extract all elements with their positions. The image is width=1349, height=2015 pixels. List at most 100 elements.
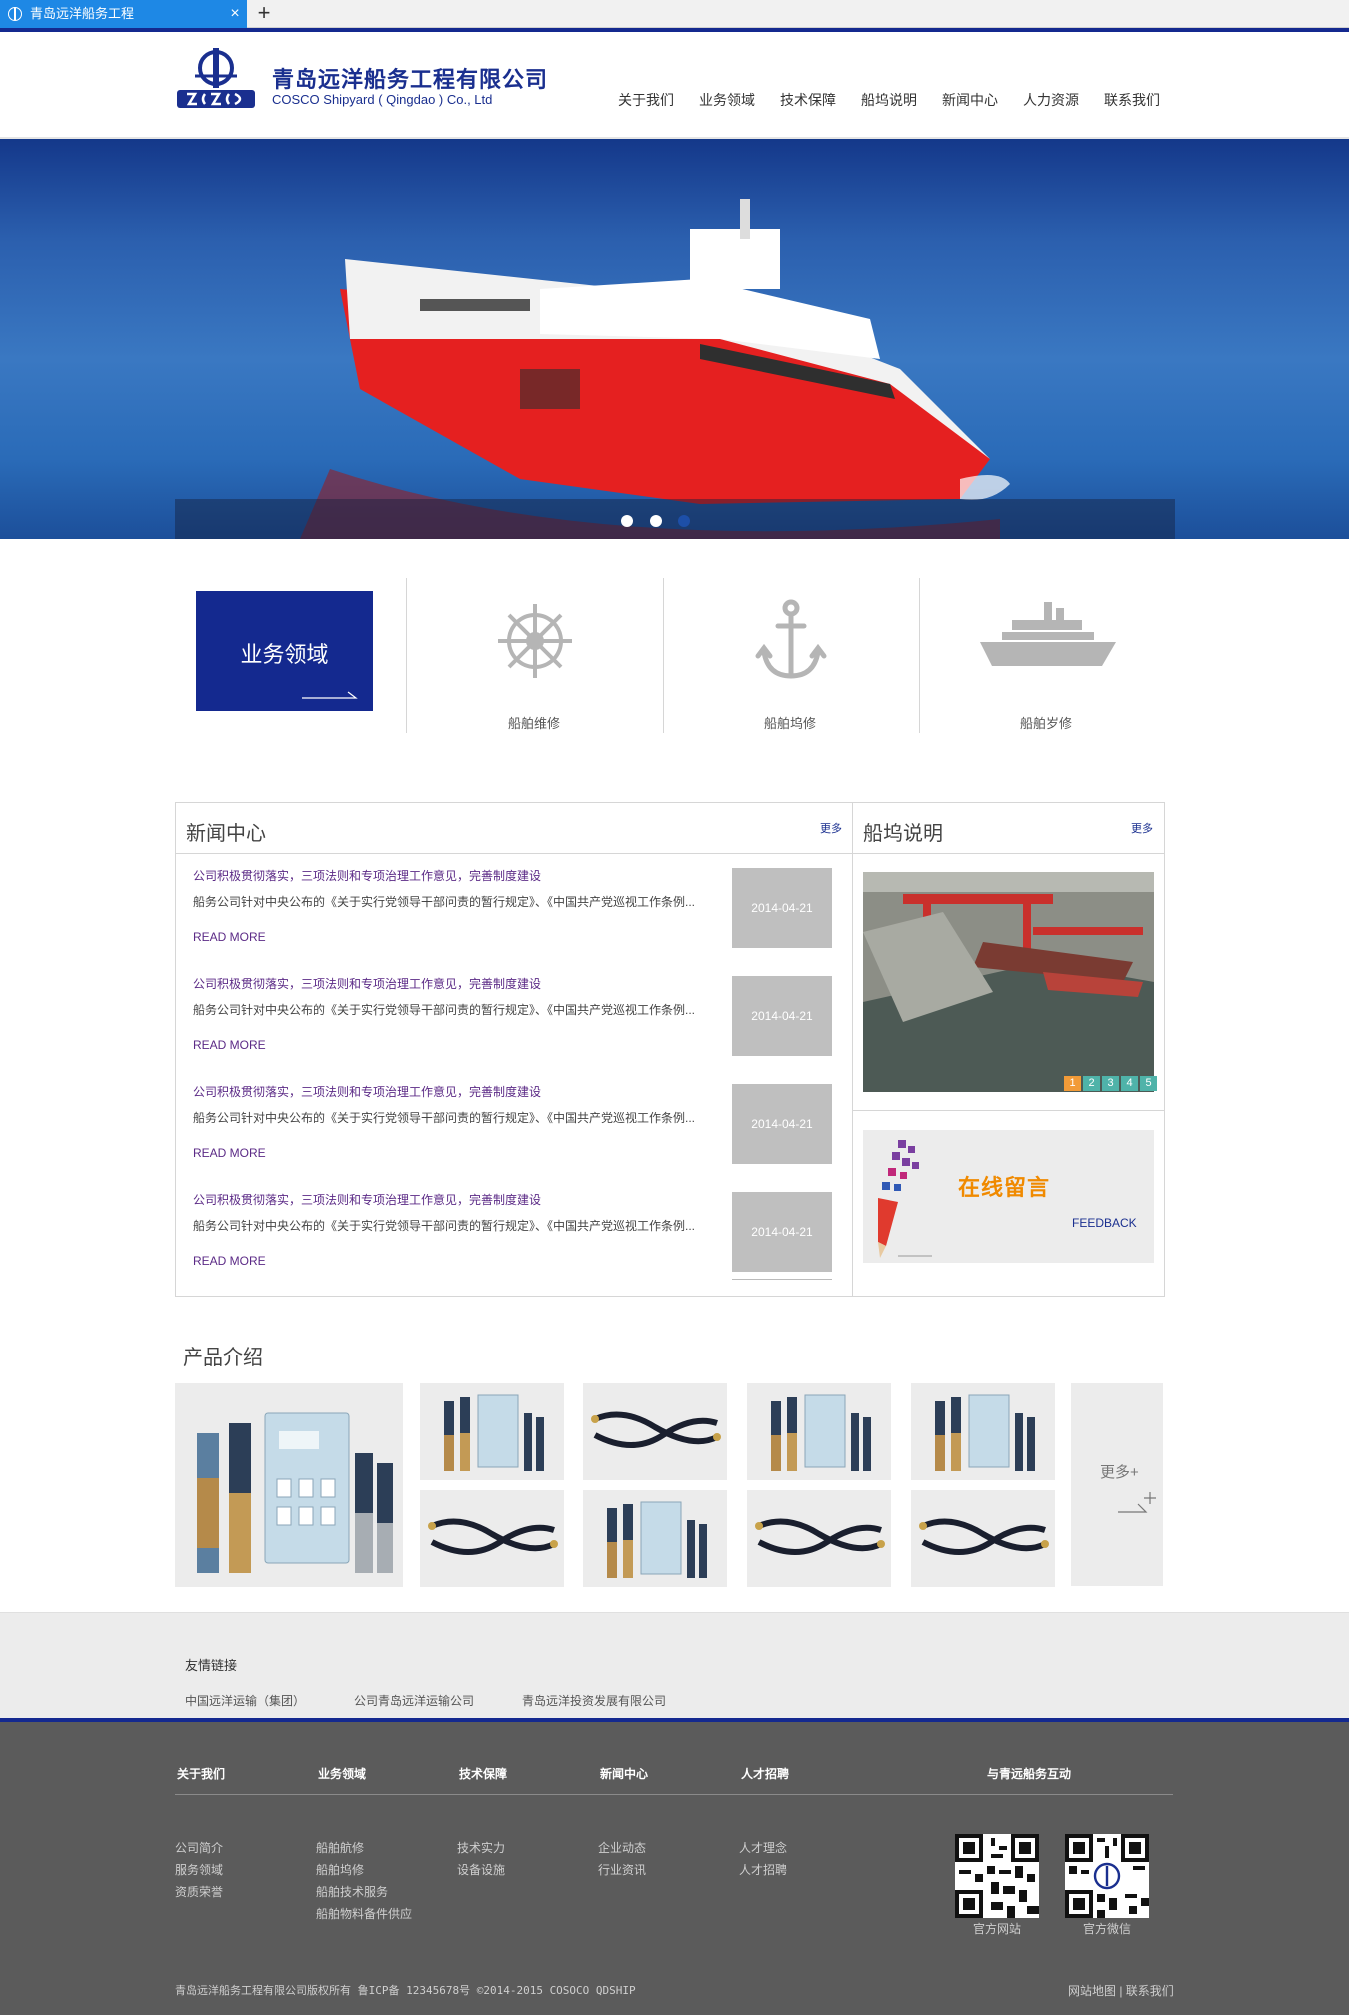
qr-code-wechat[interactable] bbox=[1065, 1834, 1149, 1918]
footer-link[interactable]: 公司简介 bbox=[175, 1839, 223, 1856]
news-read-more[interactable]: READ MORE bbox=[193, 1146, 266, 1160]
footer-link[interactable]: 设备设施 bbox=[457, 1861, 505, 1878]
footer-col-head[interactable]: 人才招聘 bbox=[741, 1765, 789, 1782]
footer-sitemap-contact[interactable]: 网站地图 | 联系我们 bbox=[1068, 1982, 1174, 1999]
nav-about[interactable]: 关于我们 bbox=[618, 90, 674, 114]
news-read-more[interactable]: READ MORE bbox=[193, 930, 266, 944]
product-card[interactable] bbox=[911, 1490, 1055, 1587]
friendly-links-title: 友情链接 bbox=[185, 1658, 238, 1673]
news-item-title[interactable]: 公司积极贯彻落实，三项法则和专项治理工作意见，完善制度建设 bbox=[193, 1083, 541, 1100]
dock-page-3[interactable]: 3 bbox=[1102, 1076, 1119, 1091]
footer-divider bbox=[175, 1794, 1173, 1795]
dock-pager: 1 2 3 4 5 bbox=[1062, 1076, 1157, 1091]
news-item-title[interactable]: 公司积极贯彻落实，三项法则和专项治理工作意见，完善制度建设 bbox=[193, 1191, 541, 1208]
footer-col-head[interactable]: 关于我们 bbox=[177, 1765, 225, 1782]
ship-icon[interactable] bbox=[978, 600, 1118, 670]
footer-col-head[interactable]: 业务领域 bbox=[318, 1765, 366, 1782]
copyright-text: 青岛远洋船务工程有限公司版权所有 鲁ICP备 12345678号 ©2014-2… bbox=[175, 1984, 636, 1997]
tab-title: 青岛远洋船务工程 bbox=[30, 6, 135, 21]
footer-link[interactable]: 企业动态 bbox=[598, 1839, 646, 1856]
nav-dock[interactable]: 船坞说明 bbox=[861, 90, 917, 114]
panel-divider bbox=[852, 803, 853, 1296]
panel-header-divider bbox=[176, 853, 1164, 854]
news-date-badge: 2014-04-21 bbox=[732, 1084, 832, 1164]
news-read-more[interactable]: READ MORE bbox=[193, 1038, 266, 1052]
plus-arrow-icon bbox=[1118, 1492, 1156, 1513]
footer-link[interactable]: 船舶航修 bbox=[316, 1839, 364, 1856]
business-divider bbox=[919, 578, 920, 733]
nav-hr[interactable]: 人力资源 bbox=[1023, 90, 1079, 114]
footer-link[interactable]: 人才理念 bbox=[739, 1839, 787, 1856]
friendly-link[interactable]: 青岛远洋投资发展有限公司 bbox=[522, 1692, 666, 1709]
business-area-title: 业务领域 bbox=[240, 642, 329, 667]
dock-page-4[interactable]: 4 bbox=[1121, 1076, 1138, 1091]
footer-link[interactable]: 人才招聘 bbox=[739, 1861, 787, 1878]
dock-photo[interactable] bbox=[863, 872, 1154, 1092]
main-nav: 关于我们 业务领域 技术保障 船坞说明 新闻中心 人力资源 联系我们 bbox=[618, 90, 1185, 114]
arrow-right-icon bbox=[302, 691, 358, 699]
dock-page-2[interactable]: 2 bbox=[1083, 1076, 1100, 1091]
nav-business[interactable]: 业务领域 bbox=[699, 90, 755, 114]
footer-link[interactable]: 船舶技术服务 bbox=[316, 1883, 388, 1900]
news-item-title[interactable]: 公司积极贯彻落实，三项法则和专项治理工作意见，完善制度建设 bbox=[193, 867, 541, 884]
business-item-repair[interactable]: 船舶维修 bbox=[464, 713, 604, 732]
news-item-desc: 船务公司针对中央公布的《关于实行党领导干部问责的暂行规定》、《中国共产党巡视工作… bbox=[193, 895, 696, 909]
company-name-en: COSCO Shipyard ( Qingdao ) Co., Ltd bbox=[272, 92, 493, 107]
news-item-title[interactable]: 公司积极贯彻落实，三项法则和专项治理工作意见，完善制度建设 bbox=[193, 975, 541, 992]
nav-news[interactable]: 新闻中心 bbox=[942, 90, 998, 114]
tab-close-icon[interactable]: × bbox=[226, 0, 244, 28]
product-card-large[interactable] bbox=[175, 1383, 403, 1587]
footer-link[interactable]: 技术实力 bbox=[457, 1839, 505, 1856]
header-top-stripe bbox=[0, 28, 1349, 32]
news-more-link[interactable]: 更多 bbox=[820, 820, 842, 836]
new-tab-icon[interactable]: + bbox=[254, 0, 274, 28]
business-divider bbox=[663, 578, 664, 733]
footer-link[interactable]: 行业资讯 bbox=[598, 1861, 646, 1878]
friendly-link[interactable]: 公司青岛远洋运输公司 bbox=[354, 1692, 474, 1709]
business-item-dock-repair[interactable]: 船舶坞修 bbox=[720, 713, 860, 732]
footer-link[interactable]: 服务领域 bbox=[175, 1861, 223, 1878]
nav-contact[interactable]: 联系我们 bbox=[1104, 90, 1160, 114]
nav-tech[interactable]: 技术保障 bbox=[780, 90, 836, 114]
banner-caption-bar bbox=[175, 499, 1175, 539]
business-item-annual-repair[interactable]: 船舶岁修 bbox=[976, 713, 1116, 732]
footer-col-head[interactable]: 技术保障 bbox=[459, 1765, 507, 1782]
footer-link[interactable]: 资质荣誉 bbox=[175, 1883, 223, 1900]
pencil-icon bbox=[878, 1140, 932, 1258]
ship-photo bbox=[300, 199, 1010, 539]
dock-more-link[interactable]: 更多 bbox=[1131, 820, 1153, 836]
products-more-tile[interactable] bbox=[1071, 1383, 1163, 1586]
product-card[interactable] bbox=[583, 1490, 727, 1587]
friendly-link[interactable]: 中国远洋运输（集团） bbox=[185, 1692, 305, 1709]
cosco-logo[interactable] bbox=[175, 48, 257, 110]
product-card[interactable] bbox=[583, 1383, 727, 1480]
news-item-desc: 船务公司针对中央公布的《关于实行党领导干部问责的暂行规定》、《中国共产党巡视工作… bbox=[193, 1111, 696, 1125]
qr-code-website[interactable] bbox=[955, 1834, 1039, 1918]
banner-dot-3[interactable] bbox=[678, 515, 690, 527]
product-card[interactable] bbox=[420, 1383, 564, 1480]
ship-wheel-icon[interactable] bbox=[490, 596, 580, 686]
news-date-badge: 2014-04-21 bbox=[732, 1192, 832, 1272]
qr-label-website: 官方网站 bbox=[972, 1922, 1021, 1936]
browser-tab[interactable]: 青岛远洋船务工程 bbox=[0, 0, 247, 28]
banner-dot-2[interactable] bbox=[650, 515, 662, 527]
globe-icon bbox=[8, 7, 22, 21]
footer-col-head[interactable]: 新闻中心 bbox=[600, 1765, 648, 1782]
footer-link[interactable]: 船舶坞修 bbox=[316, 1861, 364, 1878]
product-card[interactable] bbox=[747, 1490, 891, 1587]
dock-page-5[interactable]: 5 bbox=[1140, 1076, 1157, 1091]
dock-section-divider bbox=[853, 1110, 1164, 1111]
company-name-cn: 青岛远洋船务工程有限公司 bbox=[272, 67, 549, 92]
footer-link[interactable]: 船舶物料备件供应 bbox=[316, 1905, 412, 1922]
news-item-desc: 船务公司针对中央公布的《关于实行党领导干部问责的暂行规定》、《中国共产党巡视工作… bbox=[193, 1003, 696, 1017]
dock-page-1[interactable]: 1 bbox=[1064, 1076, 1081, 1091]
news-date-badge: 2014-04-21 bbox=[732, 976, 832, 1056]
news-read-more[interactable]: READ MORE bbox=[193, 1254, 266, 1268]
anchor-icon[interactable] bbox=[746, 596, 836, 686]
products-more-label: 更多+ bbox=[1100, 1464, 1139, 1481]
banner-dot-1[interactable] bbox=[621, 515, 633, 527]
hero-banner[interactable] bbox=[0, 139, 1349, 539]
product-card[interactable] bbox=[747, 1383, 891, 1480]
product-card[interactable] bbox=[420, 1490, 564, 1587]
product-card[interactable] bbox=[911, 1383, 1055, 1480]
